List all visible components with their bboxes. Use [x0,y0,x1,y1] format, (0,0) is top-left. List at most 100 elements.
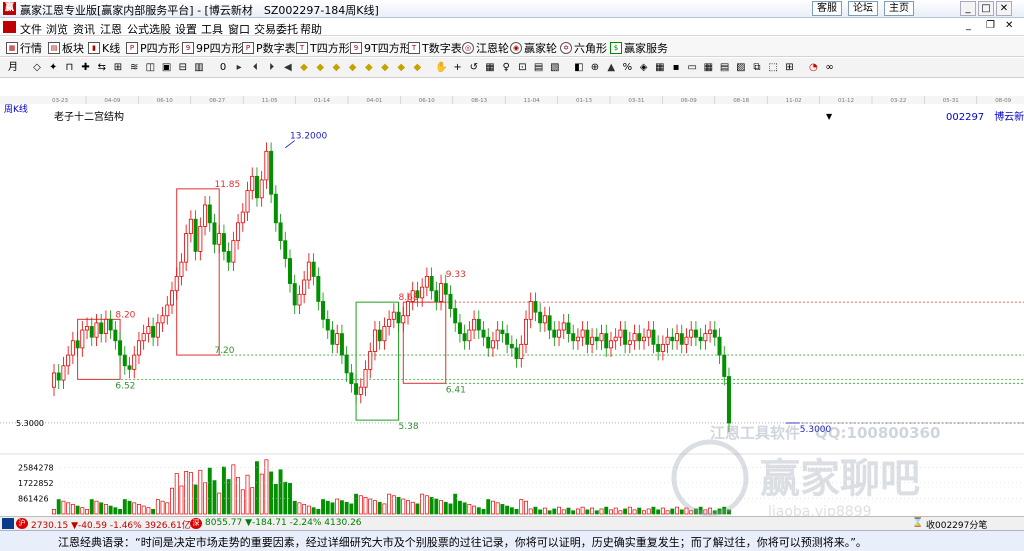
draw-tool-icon[interactable]: ✚ [79,61,93,75]
draw-tool-icon[interactable]: ↺ [467,61,481,75]
kline-chart[interactable]: 03-23 04-09 06-10 08-27 11-05 01-14 04-01 06-10… [0,96,1024,516]
draw-tool-icon[interactable]: ◆ [394,61,408,75]
draw-tool-icon[interactable]: ▨ [734,61,748,75]
tool-9t-square[interactable]: 9 9T四方形 [350,40,411,56]
menu-formula-select[interactable]: 公式选股 [127,21,171,37]
tool-9p-square[interactable]: 9 9P四方形 [182,40,243,56]
customer-service-button[interactable]: 客服 [812,1,842,16]
tool-t-square[interactable]: T T四方形 [296,40,350,56]
tool-p-square[interactable]: P P四方形 [126,40,180,56]
tool-gann-wheel[interactable]: ◎ 江恩轮 [462,40,509,56]
candle-body [571,333,576,342]
draw-tool-icon[interactable]: 月 [6,61,20,75]
tool-winner-wheel[interactable]: ◉ 赢家轮 [510,40,557,56]
menu-browse[interactable]: 浏览 [46,21,68,37]
menu-info[interactable]: 资讯 [73,21,95,37]
volume-bar [363,497,368,515]
draw-tool-icon[interactable]: ≋ [127,61,141,75]
draw-tool-icon[interactable]: ◀ [281,61,295,75]
app-menu-icon[interactable] [3,21,16,33]
draw-tool-icon[interactable]: ◧ [572,61,586,75]
draw-tool-icon[interactable]: ∞ [823,61,837,75]
chart-area[interactable]: 03-23 04-09 06-10 08-27 11-05 01-14 04-01 06-10… [0,96,1024,516]
candle-body [283,240,288,259]
candle-body [566,322,571,335]
tool-kline[interactable]: ▮ K线 [88,40,120,56]
menu-help[interactable]: 帮助 [300,21,322,37]
menu-trade[interactable]: 交易委托 [254,21,298,37]
volume-bar [377,501,382,515]
draw-tool-icon[interactable]: ▦ [483,61,497,75]
draw-tool-icon[interactable]: ⊡ [515,61,529,75]
mdi-restore-icon[interactable]: ❐ [986,20,995,31]
draw-tool-icon[interactable]: 0 [216,61,230,75]
menu-gann[interactable]: 江恩 [100,21,122,37]
menu-file[interactable]: 文件 [20,21,42,37]
draw-tool-icon[interactable]: ▦ [653,61,667,75]
candle-body [703,333,708,342]
menu-tools[interactable]: 工具 [201,21,223,37]
draw-tool-icon[interactable]: ▭ [685,61,699,75]
draw-tool-icon[interactable]: ✋ [434,61,448,75]
volume-bar [594,510,599,515]
tool-sector[interactable]: ▤ 板块 [48,40,84,56]
draw-tool-icon[interactable]: ▲ [604,61,618,75]
draw-tool-icon[interactable]: ⬚ [766,61,780,75]
tool-t-number-table[interactable]: T T数字表 [408,40,462,56]
draw-tool-icon[interactable]: ▥ [192,61,206,75]
draw-tool-icon[interactable]: ♀ [499,61,513,75]
draw-tool-icon[interactable]: ⧉ [750,61,764,75]
draw-tool-icon[interactable]: ✦ [46,61,60,75]
draw-tool-icon[interactable]: ◔ [806,61,820,75]
draw-tool-icon[interactable]: ◆ [313,61,327,75]
draw-tool-icon[interactable]: ◆ [410,61,424,75]
candle-body [391,311,396,320]
menu-window[interactable]: 窗口 [228,21,250,37]
candle-body [292,283,297,306]
volume-bar [94,500,99,515]
tool-quotes[interactable]: ▦ 行情 [6,40,42,56]
panel-icon[interactable] [2,518,14,529]
draw-tool-icon[interactable]: ◆ [297,61,311,75]
draw-tool-icon[interactable]: ◆ [329,61,343,75]
tool-winner-service[interactable]: $ 赢家服务 [610,40,668,56]
dropdown-arrow-icon[interactable]: ▼ [826,112,832,121]
menu-settings[interactable]: 设置 [175,21,197,37]
draw-tool-icon[interactable]: ▤ [718,61,732,75]
volume-bar [255,461,259,515]
volume-bar [373,500,377,515]
mdi-close-icon[interactable]: ✕ [1005,20,1013,31]
draw-tool-icon[interactable]: ◇ [30,61,44,75]
draw-tool-icon[interactable]: ⏵ [265,61,279,75]
draw-tool-icon[interactable]: ⇆ [95,61,109,75]
draw-tool-icon[interactable]: ⊞ [782,61,796,75]
draw-tool-icon[interactable]: % [620,61,634,75]
draw-tool-icon[interactable]: ▸ [232,61,246,75]
mdi-minimize-icon[interactable]: _ [966,20,971,31]
tool-p-number-table[interactable]: P P数字表 [242,40,296,56]
draw-tool-icon[interactable]: ▤ [532,61,546,75]
draw-tool-icon[interactable]: ⊕ [588,61,602,75]
draw-tool-icon[interactable]: ▣ [160,61,174,75]
volume-bar [396,497,401,515]
draw-tool-icon[interactable]: ◆ [362,61,376,75]
forum-button[interactable]: 论坛 [848,1,878,16]
draw-tool-icon[interactable]: ▪ [669,61,683,75]
draw-tool-icon[interactable]: ◆ [378,61,392,75]
draw-tool-icon[interactable]: ⊞ [111,61,125,75]
draw-tool-icon[interactable]: ◆ [346,61,360,75]
draw-tool-icon[interactable]: ◫ [143,61,157,75]
maximize-icon[interactable]: □ [978,1,994,16]
draw-tool-icon[interactable]: ▧ [548,61,562,75]
close-icon[interactable]: ✕ [996,1,1012,16]
draw-tool-icon[interactable]: ▦ [701,61,715,75]
minimize-icon[interactable]: _ [960,1,976,16]
tool-hexagon[interactable]: ✡ 六角形 [560,40,607,56]
draw-tool-icon[interactable]: + [451,61,465,75]
home-button[interactable]: 主页 [884,1,914,16]
volume-bar [571,510,576,515]
draw-tool-icon[interactable]: ◈ [637,61,651,75]
draw-tool-icon[interactable]: ⊟ [176,61,190,75]
draw-tool-icon[interactable]: ⊓ [62,61,76,75]
draw-tool-icon[interactable]: ⏴ [248,61,262,75]
